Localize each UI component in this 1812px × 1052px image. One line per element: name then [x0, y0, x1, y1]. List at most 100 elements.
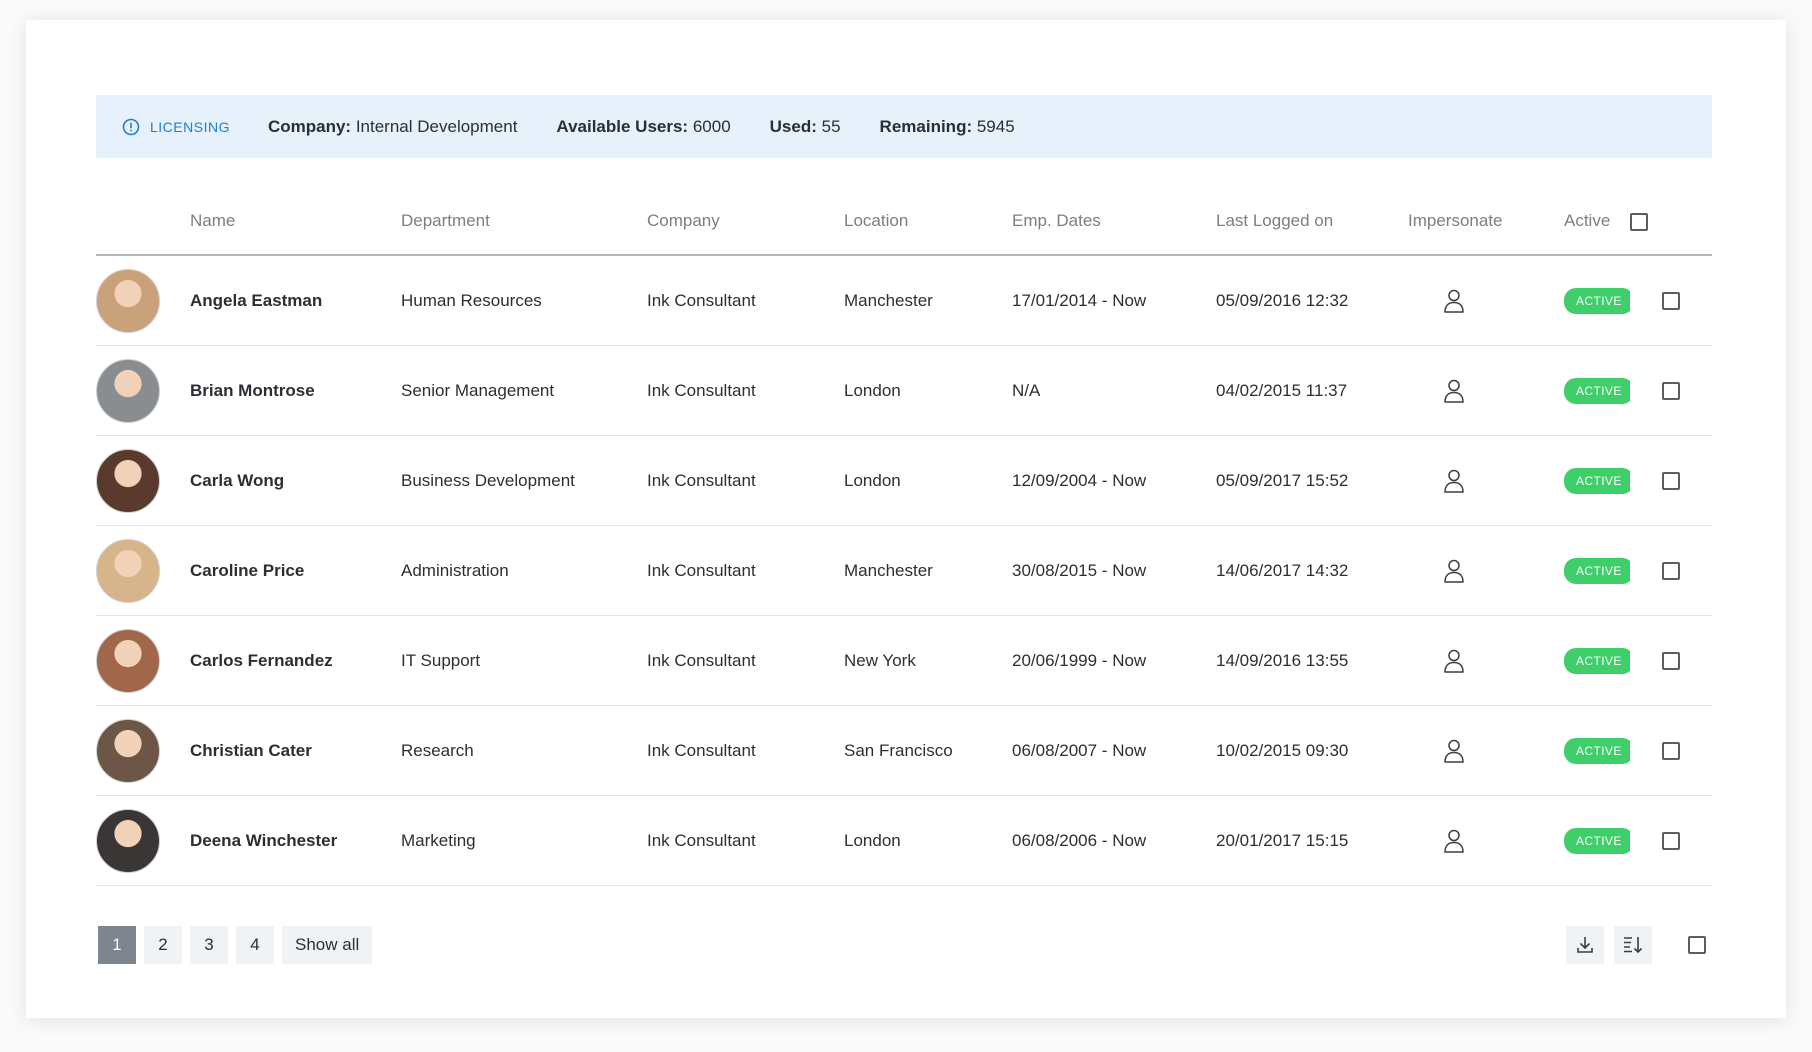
- active-cell: ACTIVE: [1564, 255, 1630, 346]
- avatar: [96, 358, 160, 423]
- table-row[interactable]: Carlos Fernandez IT Support Ink Consultant…: [96, 615, 1712, 706]
- user-location: London: [844, 435, 1012, 526]
- impersonate-cell[interactable]: [1408, 345, 1564, 436]
- header-location[interactable]: Location: [844, 188, 1012, 256]
- user-location: London: [844, 345, 1012, 436]
- user-name[interactable]: Carlos Fernandez: [190, 615, 401, 706]
- avatar-cell: [96, 345, 190, 436]
- impersonate-cell[interactable]: [1408, 705, 1564, 796]
- header-last-logged[interactable]: Last Logged on: [1216, 188, 1408, 256]
- table-row[interactable]: Christian Cater Research Ink Consultant San…: [96, 705, 1712, 796]
- active-cell: ACTIVE: [1564, 795, 1630, 886]
- avatar: [96, 718, 160, 783]
- avatar: [96, 628, 160, 693]
- user-name[interactable]: Brian Montrose: [190, 345, 401, 436]
- row-select-cell: [1630, 435, 1712, 526]
- select-all-checkbox[interactable]: [1630, 212, 1648, 231]
- status-badge[interactable]: ACTIVE: [1564, 647, 1630, 674]
- company-stat: Company: Internal Development: [267, 116, 518, 136]
- header-department[interactable]: Department: [401, 188, 647, 256]
- active-cell: ACTIVE: [1564, 525, 1630, 616]
- user-company: Ink Consultant: [647, 795, 844, 886]
- status-badge[interactable]: ACTIVE: [1564, 557, 1630, 584]
- active-cell: ACTIVE: [1564, 615, 1630, 706]
- page-1-button[interactable]: 1: [98, 926, 136, 964]
- user-department: IT Support: [401, 615, 647, 706]
- table-tools: [1566, 926, 1706, 964]
- user-emp-dates: 30/08/2015 - Now: [1012, 525, 1216, 616]
- user-last-logged: 14/09/2016 13:55: [1216, 615, 1408, 706]
- user-company: Ink Consultant: [647, 525, 844, 616]
- user-last-logged: 20/01/2017 15:15: [1216, 795, 1408, 886]
- user-company: Ink Consultant: [647, 255, 844, 346]
- header-name[interactable]: Name: [190, 188, 401, 256]
- person-icon: [1444, 649, 1464, 673]
- person-icon: [1444, 289, 1464, 313]
- row-checkbox[interactable]: [1662, 292, 1680, 311]
- impersonate-cell[interactable]: [1408, 525, 1564, 616]
- user-name[interactable]: Angela Eastman: [190, 255, 401, 346]
- status-badge[interactable]: ACTIVE: [1564, 377, 1630, 404]
- impersonate-cell[interactable]: [1408, 255, 1564, 346]
- row-select-cell: [1630, 795, 1712, 886]
- impersonate-cell[interactable]: [1408, 615, 1564, 706]
- row-checkbox[interactable]: [1662, 652, 1680, 671]
- sort-button[interactable]: [1614, 926, 1652, 964]
- status-badge[interactable]: ACTIVE: [1564, 467, 1630, 494]
- user-company: Ink Consultant: [647, 705, 844, 796]
- page-2-button[interactable]: 2: [144, 926, 182, 964]
- avatar-cell: [96, 525, 190, 616]
- user-name[interactable]: Deena Winchester: [190, 795, 401, 886]
- status-badge[interactable]: ACTIVE: [1564, 737, 1630, 764]
- impersonate-cell[interactable]: [1408, 795, 1564, 886]
- user-last-logged: 05/09/2016 12:32: [1216, 255, 1408, 346]
- row-checkbox[interactable]: [1662, 472, 1680, 491]
- row-checkbox[interactable]: [1662, 742, 1680, 761]
- status-badge[interactable]: ACTIVE: [1564, 287, 1630, 314]
- user-emp-dates: N/A: [1012, 345, 1216, 436]
- footer-checkbox[interactable]: [1688, 936, 1706, 954]
- avatar: [96, 448, 160, 513]
- row-checkbox[interactable]: [1662, 832, 1680, 851]
- page-3-button[interactable]: 3: [190, 926, 228, 964]
- header-active[interactable]: Active: [1564, 188, 1630, 256]
- header-company[interactable]: Company: [647, 188, 844, 256]
- user-last-logged: 10/02/2015 09:30: [1216, 705, 1408, 796]
- person-icon: [1444, 559, 1464, 583]
- licensing-banner: LICENSING Company: Internal Development …: [96, 95, 1712, 158]
- active-cell: ACTIVE: [1564, 345, 1630, 436]
- person-icon: [1444, 829, 1464, 853]
- avatar: [96, 808, 160, 873]
- download-button[interactable]: [1566, 926, 1604, 964]
- row-checkbox[interactable]: [1662, 382, 1680, 401]
- table-row[interactable]: Caroline Price Administration Ink Consulta…: [96, 525, 1712, 616]
- avatar-header: [96, 188, 190, 256]
- user-name[interactable]: Carla Wong: [190, 435, 401, 526]
- row-checkbox[interactable]: [1662, 562, 1680, 581]
- users-table: Name Department Company Location Emp. Da…: [96, 188, 1712, 886]
- table-row[interactable]: Carla Wong Business Development Ink Consul…: [96, 435, 1712, 526]
- user-location: San Francisco: [844, 705, 1012, 796]
- download-icon: [1577, 937, 1593, 953]
- table-row[interactable]: Brian Montrose Senior Management Ink Consu…: [96, 345, 1712, 436]
- select-all-cell: [1630, 188, 1712, 256]
- page-4-button[interactable]: 4: [236, 926, 274, 964]
- user-name[interactable]: Caroline Price: [190, 525, 401, 616]
- info-icon: [122, 118, 140, 135]
- user-emp-dates: 17/01/2014 - Now: [1012, 255, 1216, 346]
- header-emp-dates[interactable]: Emp. Dates: [1012, 188, 1216, 256]
- user-name[interactable]: Christian Cater: [190, 705, 401, 796]
- used-stat: Used: 55: [769, 116, 841, 136]
- table-row[interactable]: Angela Eastman Human Resources Ink Consult…: [96, 255, 1712, 346]
- row-select-cell: [1630, 705, 1712, 796]
- impersonate-cell[interactable]: [1408, 435, 1564, 526]
- status-badge[interactable]: ACTIVE: [1564, 827, 1630, 854]
- active-cell: ACTIVE: [1564, 435, 1630, 526]
- row-select-cell: [1630, 345, 1712, 436]
- table-header-row: Name Department Company Location Emp. Da…: [96, 188, 1712, 256]
- header-impersonate[interactable]: Impersonate: [1408, 188, 1564, 256]
- show-all-button[interactable]: Show all: [282, 926, 373, 964]
- user-department: Administration: [401, 525, 647, 616]
- person-icon: [1444, 469, 1464, 493]
- table-row[interactable]: Deena Winchester Marketing Ink Consultant L…: [96, 795, 1712, 886]
